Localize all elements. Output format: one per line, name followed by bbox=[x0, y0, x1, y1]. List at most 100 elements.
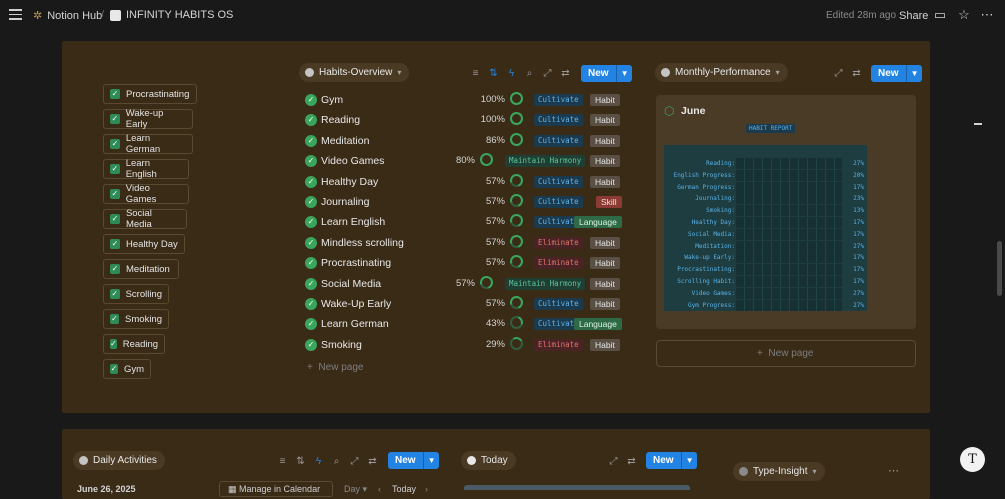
checklist-item[interactable]: ✓ Wake-up Early bbox=[103, 108, 193, 130]
habit-percent: 57% bbox=[485, 196, 505, 207]
monthly-new-page[interactable]: + New page bbox=[656, 340, 916, 367]
checklist-item[interactable]: ✓ Meditation bbox=[103, 259, 179, 279]
checklist-item[interactable]: ✓ Healthy Day bbox=[103, 234, 185, 254]
expand-icon[interactable]: ⤢ bbox=[349, 456, 360, 467]
expand-icon[interactable]: ⤢ bbox=[608, 456, 619, 467]
sort-icon[interactable]: ⇅ bbox=[488, 68, 499, 79]
chevron-down-icon[interactable]: ▼ bbox=[615, 65, 633, 82]
prev-icon[interactable]: ‹ bbox=[378, 484, 381, 494]
checkbox-checked-icon[interactable]: ✓ bbox=[110, 114, 120, 124]
automation-icon[interactable]: ϟ bbox=[313, 456, 324, 467]
habits-overview-view-tab[interactable]: Habits-Overview ▾ bbox=[299, 63, 410, 82]
habit-row[interactable]: ✓ Procrastinating 57% Eliminate Habit bbox=[305, 253, 625, 272]
habit-row[interactable]: ✓ Meditation 86% Cultivate Habit bbox=[305, 130, 625, 150]
settings-icon[interactable]: ⇄ bbox=[851, 68, 862, 79]
manage-calendar-button[interactable]: ▦ Manage in Calendar bbox=[219, 481, 333, 497]
checklist-item[interactable]: ✓ Social Media bbox=[103, 208, 187, 230]
monthly-new-button[interactable]: New ▼ bbox=[871, 65, 923, 82]
today-nav-button[interactable]: Today bbox=[392, 484, 416, 494]
checklist-item[interactable]: ✓ Procrastinating bbox=[103, 84, 197, 104]
habit-row[interactable]: ✓ Reading 100% Cultivate Habit bbox=[305, 112, 625, 129]
check-circle-icon: ✓ bbox=[305, 318, 317, 331]
search-icon[interactable]: ⌕ bbox=[524, 68, 535, 79]
share-button[interactable]: Share bbox=[899, 10, 928, 22]
checklist-item[interactable]: ✓ Scrolling bbox=[103, 284, 169, 304]
checkbox-checked-icon[interactable]: ✓ bbox=[110, 264, 120, 274]
habit-row[interactable]: ✓ Gym 100% Cultivate Habit bbox=[305, 92, 625, 109]
checklist-item[interactable]: ✓ Smoking bbox=[103, 309, 169, 329]
breadcrumb-page[interactable]: INFINITY HABITS OS bbox=[110, 9, 233, 21]
habit-row[interactable]: ✓ Healthy Day 57% Cultivate Habit bbox=[305, 171, 625, 191]
check-circle-icon: ✓ bbox=[305, 338, 317, 351]
checkbox-checked-icon[interactable]: ✓ bbox=[110, 139, 120, 149]
settings-icon[interactable]: ⇄ bbox=[560, 68, 571, 79]
new-page-label: New page bbox=[768, 348, 814, 359]
chevron-down-icon[interactable]: ▼ bbox=[680, 452, 698, 469]
today-view-tab[interactable]: Today bbox=[461, 451, 516, 470]
habit-name: Video Games bbox=[321, 155, 385, 168]
filter-icon[interactable]: ≡ bbox=[470, 68, 481, 79]
breadcrumb-workspace[interactable]: ✲ Notion Hub bbox=[33, 9, 102, 23]
checkbox-checked-icon[interactable]: ✓ bbox=[110, 189, 120, 199]
checkbox-checked-icon[interactable]: ✓ bbox=[110, 289, 120, 299]
today-new-button[interactable]: New ▼ bbox=[646, 452, 698, 469]
checkbox-checked-icon[interactable]: ✓ bbox=[110, 89, 120, 99]
checkbox-checked-icon[interactable]: ✓ bbox=[110, 214, 120, 224]
checkbox-checked-icon[interactable]: ✓ bbox=[110, 164, 120, 174]
habit-row[interactable]: ✓ Mindless scrolling 57% Eliminate Habit bbox=[305, 232, 625, 252]
check-circle-icon: ✓ bbox=[305, 134, 317, 147]
checklist-item[interactable]: ✓ Learn English bbox=[103, 158, 189, 180]
overview-new-page[interactable]: + New page bbox=[307, 362, 363, 373]
automation-icon[interactable]: ϟ bbox=[506, 68, 517, 79]
expand-icon[interactable]: ⤢ bbox=[542, 68, 553, 79]
overview-new-button[interactable]: New ▼ bbox=[581, 65, 633, 82]
calendar-icon: ▦ bbox=[228, 484, 240, 494]
checklist-item[interactable]: ✓ Reading bbox=[103, 334, 165, 354]
type-insight-view-tab[interactable]: Type-Insight ▾ bbox=[733, 462, 825, 481]
expand-icon[interactable]: ⤢ bbox=[833, 68, 844, 79]
checkbox-checked-icon[interactable]: ✓ bbox=[110, 364, 118, 374]
habit-row[interactable]: ✓ Smoking 29% Eliminate Habit bbox=[305, 335, 625, 354]
checklist-item[interactable]: ✓ Gym bbox=[103, 359, 151, 379]
habit-row[interactable]: ✓ Wake-Up Early 57% Cultivate Habit bbox=[305, 293, 625, 313]
checkbox-checked-icon[interactable]: ✓ bbox=[110, 339, 117, 349]
settings-icon[interactable]: ⇄ bbox=[626, 456, 637, 467]
checkbox-checked-icon[interactable]: ✓ bbox=[110, 239, 120, 249]
habit-row[interactable]: ✓ Social Media 57% Maintain Harmony Habit bbox=[305, 273, 625, 293]
notion-ai-icon[interactable]: T bbox=[960, 447, 985, 472]
report-value: 27% bbox=[853, 242, 864, 250]
next-icon[interactable]: › bbox=[425, 484, 428, 494]
check-circle-icon: ✓ bbox=[305, 114, 317, 127]
comment-icon[interactable]: ▭ bbox=[933, 8, 947, 22]
monthly-performance-view-tab[interactable]: Monthly-Performance ▾ bbox=[655, 63, 788, 82]
scrollbar[interactable] bbox=[997, 241, 1002, 296]
filter-icon[interactable]: ≡ bbox=[277, 456, 288, 467]
report-row: Meditation: 27% bbox=[664, 240, 867, 252]
progress-ring bbox=[507, 191, 526, 210]
daily-activities-view-tab[interactable]: Daily Activities bbox=[73, 451, 165, 470]
habit-row[interactable]: ✓ Video Games 80% Maintain Harmony Habit bbox=[305, 151, 625, 170]
page-icon bbox=[110, 9, 121, 21]
today-toolbar: ⤢ ⇄ bbox=[608, 456, 637, 467]
settings-icon[interactable]: ⇄ bbox=[367, 456, 378, 467]
report-value: 20% bbox=[853, 171, 864, 179]
sort-icon[interactable]: ⇅ bbox=[295, 456, 306, 467]
menu-icon[interactable] bbox=[9, 9, 22, 20]
chevron-down-icon[interactable]: ▼ bbox=[422, 452, 440, 469]
more-icon[interactable]: ⋯ bbox=[980, 8, 994, 22]
daily-new-button[interactable]: New ▼ bbox=[388, 452, 440, 469]
chevron-down-icon[interactable]: ▼ bbox=[905, 65, 923, 82]
checklist-item[interactable]: ✓ Video Games bbox=[103, 183, 189, 205]
search-icon[interactable]: ⌕ bbox=[331, 456, 342, 467]
habit-name: Wake-Up Early bbox=[321, 298, 392, 310]
star-icon[interactable]: ☆ bbox=[957, 8, 971, 22]
habit-type-tag: Cultivate bbox=[534, 298, 583, 310]
report-label: Smoking: bbox=[706, 207, 735, 215]
more-icon[interactable]: ⋯ bbox=[888, 464, 899, 477]
habit-row[interactable]: ✓ Learn English 57% Cultivate Language bbox=[305, 212, 625, 231]
checklist-item[interactable]: ✓ Learn German bbox=[103, 133, 193, 155]
habit-row[interactable]: ✓ Learn German 43% Cultivate Language bbox=[305, 314, 625, 333]
habit-row[interactable]: ✓ Journaling 57% Cultivate Skill bbox=[305, 191, 625, 211]
report-row: Video Games: 27% bbox=[664, 287, 867, 299]
checkbox-checked-icon[interactable]: ✓ bbox=[110, 314, 120, 324]
